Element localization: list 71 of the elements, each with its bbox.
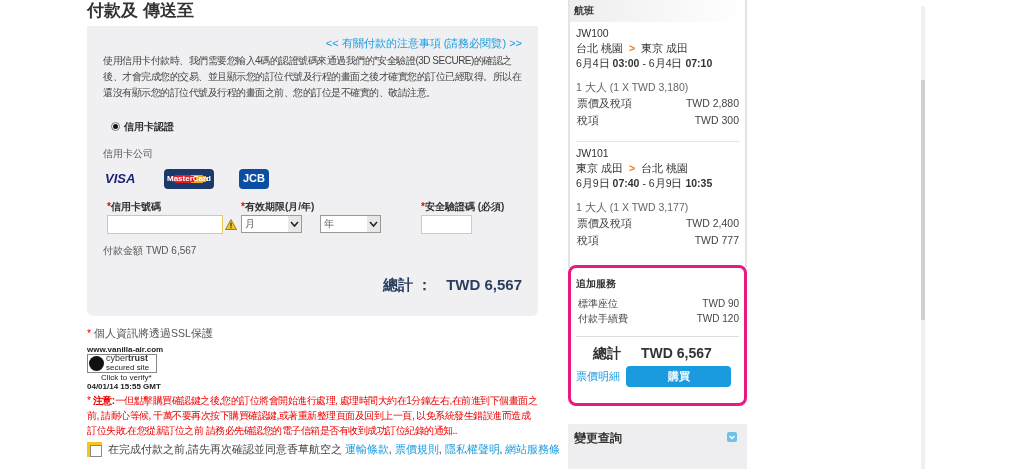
- seal-brand: cybertrust: [106, 354, 149, 364]
- seal-logo-icon: [89, 355, 104, 371]
- separator-comma: ,: [499, 442, 504, 455]
- payment-amount: 付款金額 TWD 6,567: [103, 243, 198, 258]
- fare-value: TWD 2,400: [685, 216, 739, 231]
- radio-label: 信用卡認證: [124, 119, 174, 134]
- jcb-logo: JCB: [239, 168, 269, 189]
- destination-city: 台北 桃園: [641, 161, 688, 176]
- seal-date: 04/01/14 15:55 GMT: [87, 381, 162, 391]
- fare-label: 稅項: [577, 233, 599, 248]
- extra-label: 付款手續費: [578, 312, 628, 327]
- payment-intro-text: 使用信用卡付款時、我們需要您輸入4碼的認證號碼來通過我們的*安全驗證(3D SECURE)的確認之後、才會完成您的交易、並且顯示您的訂位代號及行程的畫面之後才確實您的訂位已經取得。所以在還沒有顯示您的訂位代號及行程的畫面之前、您的訂位是不確實的、敬請注意。: [103, 53, 522, 100]
- field-label: *安全驗證碼 (必須): [421, 199, 505, 214]
- card-company-label: 信用卡公司: [103, 146, 154, 161]
- passenger-fare: 1 大人 (1 X TWD 3,177): [576, 200, 690, 215]
- terms-link[interactable]: 網站服務條: [505, 442, 561, 455]
- extra-value: TWD 90: [702, 297, 739, 312]
- extras-header: 追加服務: [576, 277, 617, 292]
- payment-notice-link[interactable]: << 有關付款的注意事項 (請務必閱覽) >>: [325, 35, 522, 52]
- panel-title: 變更查詢: [574, 430, 622, 448]
- seal-verify: Click to verify*: [101, 372, 153, 382]
- fare-value: TWD 777: [694, 233, 739, 248]
- fare-value: TWD 300: [694, 113, 739, 128]
- route-arrow: >: [628, 41, 636, 56]
- fare-label: 票價及稅項: [577, 216, 632, 231]
- dropdown-select[interactable]: 年: [320, 214, 381, 233]
- extra-value: TWD 120: [696, 312, 739, 327]
- agree-text: 在完成付款之前,請先再次確認並同意香草航空之: [108, 442, 342, 455]
- chevron-down-icon: [727, 432, 737, 443]
- total-amount: TWD 6,567: [446, 274, 522, 295]
- fare-value: TWD 2,880: [685, 96, 739, 111]
- flight-number: JW100: [576, 26, 610, 41]
- page-title: 付款及 傳送至: [87, 0, 195, 22]
- total-label: 總計: [593, 344, 621, 364]
- security-code-input[interactable]: [421, 214, 472, 234]
- fare-label: 稅項: [577, 113, 599, 128]
- radio-button[interactable]: [111, 121, 120, 131]
- dropdown-select[interactable]: 月: [241, 214, 302, 233]
- seal-subtitle: secured site: [106, 363, 150, 373]
- field-label: *有效期限(月/年): [241, 199, 316, 214]
- card-number-input[interactable]: [107, 214, 223, 234]
- ssl-note: * 個人資訊將透過SSL保護: [87, 326, 214, 341]
- passenger-fare: 1 大人 (1 X TWD 3,180): [576, 80, 690, 95]
- separator-comma: ,: [438, 442, 443, 455]
- agree-checkbox[interactable]: [90, 444, 102, 457]
- terms-link[interactable]: 票價規則: [394, 442, 439, 455]
- terms-link[interactable]: 隱私權聲明: [444, 442, 500, 455]
- origin-city: 東京 成田: [576, 161, 623, 176]
- scrollbar[interactable]: [921, 6, 925, 469]
- fare-details-link[interactable]: 票價明細: [576, 368, 620, 385]
- flight-time: 6月9日 07:40 - 6月9日 10:35: [576, 176, 714, 191]
- field-label: *信用卡號碼: [107, 199, 162, 214]
- seal-site: www.vanilla-air.com: [87, 344, 165, 354]
- change-inquiry-panel[interactable]: 變更查詢: [568, 424, 747, 469]
- extra-label: 標準座位: [578, 297, 618, 312]
- origin-city: 台北 桃園: [576, 41, 623, 56]
- caution-text: *注意:一但點擊購買確認鍵之後,您的訂位將會開始進行處理, 處理時間大約在1分鐘左右,在前進到下個畫面之前, 請耐心等候, 千萬不要再次按下購買確認鍵,或著重新整理頁面及回到上一頁, 以免系統發生錯誤進而造成訂位失敗.在您從新訂位之前 請務必先確認您的電子信箱是否有收到成功訂位紀錄的通知..: [87, 393, 538, 438]
- buy-button[interactable]: 購買: [626, 366, 731, 388]
- route-arrow: >: [628, 161, 636, 176]
- separator-comma: ,: [388, 442, 393, 455]
- chevron-down-icon: [288, 215, 301, 232]
- fare-label: 票價及稅項: [577, 96, 632, 111]
- visa-logo: VISA: [105, 172, 137, 185]
- destination-city: 東京 成田: [641, 41, 688, 56]
- chevron-down-icon: [367, 215, 380, 232]
- terms-link[interactable]: 運輸條款: [344, 442, 389, 455]
- total-amount: TWD 6,567: [641, 344, 712, 364]
- total-label: 總計 ：: [382, 274, 433, 295]
- security-seal[interactable]: www.vanilla-air.com cybertrust secured site Click to verify* 04/01/14 15:55 GMT: [87, 344, 183, 391]
- flight-time: 6月4日 03:00 - 6月4日 07:10: [576, 56, 714, 71]
- flight-number: JW101: [576, 146, 610, 161]
